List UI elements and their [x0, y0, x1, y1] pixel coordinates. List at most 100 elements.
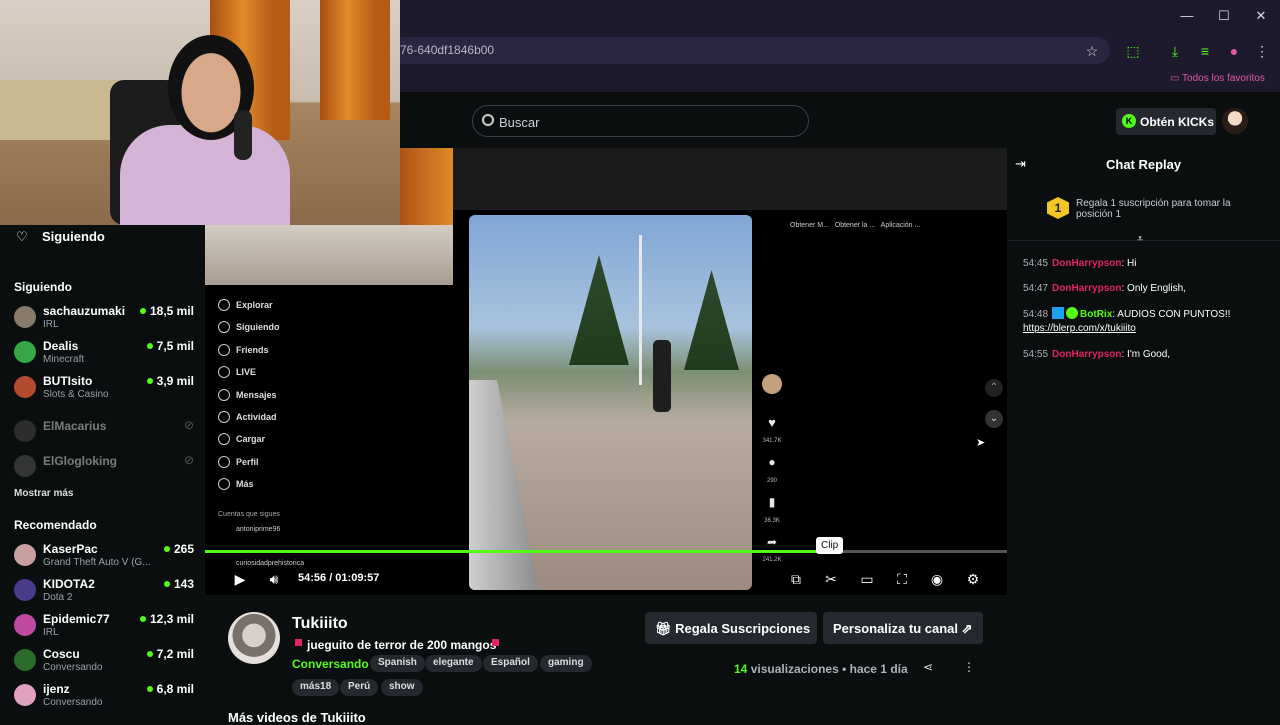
bookmark-label: Todos los favoritos	[1182, 73, 1265, 84]
sidebar-item-epidemic77[interactable]: Epidemic77 IRL 12,3 mil	[14, 612, 194, 642]
address-bar[interactable]	[392, 37, 1110, 64]
compass-icon	[218, 299, 230, 311]
offline-icon: ⊘	[183, 418, 194, 432]
bookmark-all-favorites[interactable]: ▭ Todos los favoritos	[1170, 73, 1265, 84]
channel-name: Epidemic77	[43, 612, 110, 626]
minimize-icon[interactable]: —	[1178, 7, 1196, 25]
theater-icon[interactable]: ▭	[859, 571, 875, 587]
tiktok-nav-label: Siguiendo	[236, 322, 280, 332]
viewer-count: 6,8 mil	[146, 682, 194, 696]
clip-icon[interactable]: ✂	[823, 571, 839, 587]
show-more-link[interactable]: Mostrar más	[14, 488, 73, 499]
tag[interactable]: show	[381, 679, 423, 696]
sidebar-item-butisito[interactable]: BUTIsito Slots & Casino 3,9 mil	[14, 374, 194, 404]
channel-category: Slots & Casino	[43, 389, 109, 400]
more-options-icon[interactable]: ⋮	[963, 660, 975, 674]
collapse-chat-icon[interactable]: ⇥	[1015, 156, 1026, 172]
speed-icon[interactable]: ◉	[929, 571, 945, 587]
tiktok-nav-label: Friends	[236, 345, 269, 355]
bot-badge-icon	[1052, 307, 1065, 319]
live-dot-icon	[146, 378, 153, 384]
sidebar-item-elmacarius[interactable]: ElMacarius ⊘	[14, 418, 194, 448]
volume-icon[interactable]: 🔊︎	[266, 571, 282, 587]
channel-category: Grand Theft Auto V (G...	[43, 557, 151, 568]
star-icon[interactable]: ☆	[1082, 41, 1102, 61]
recommended-section-title: Recomendado	[14, 518, 97, 532]
profile-icon[interactable]: ●	[1224, 41, 1244, 61]
sidebar-item-dealis[interactable]: Dealis Minecraft 7,5 mil	[14, 339, 194, 369]
curb	[469, 380, 539, 590]
chat-text: : I'm Good,	[1121, 349, 1171, 360]
following-section-title: Siguiendo	[14, 280, 72, 294]
stream-category[interactable]: Conversando	[292, 657, 369, 671]
expand-icon[interactable]: ⩡	[1137, 233, 1143, 246]
chat-username[interactable]: DonHarrypson	[1052, 283, 1121, 294]
gift-subs-button[interactable]: 🎁︎ Regala Suscripciones	[645, 612, 817, 644]
tiktok-nav-live: LIVE	[218, 366, 256, 378]
verified-badge-icon	[1066, 307, 1079, 319]
channel-avatar[interactable]	[228, 612, 280, 664]
tiktok-nav-upload: Cargar	[218, 433, 266, 445]
views-label: visualizaciones	[750, 662, 839, 676]
get-kicks-label: Obtén KICKs	[1140, 115, 1215, 129]
chat-username[interactable]: DonHarrypson	[1052, 258, 1121, 269]
chat-link[interactable]: https://blerp.com/x/tukiiito	[1023, 323, 1136, 334]
gear-icon[interactable]: ⚙	[965, 571, 981, 587]
viewer-count: 3,9 mil	[146, 374, 194, 388]
tag[interactable]: Spanish	[370, 655, 425, 672]
tiktok-creator-avatar	[762, 374, 782, 394]
tree	[684, 270, 739, 370]
tiktok-nav-following: Siguiendo	[218, 321, 280, 333]
share-icon[interactable]: ⋖	[923, 660, 933, 674]
tag[interactable]: más18	[292, 679, 340, 696]
tiktok-nav-activity: Actividad	[218, 411, 277, 423]
chat-message: 54:48 BotRix: AUDIOS CON PUNTOS!! https:/…	[1023, 307, 1263, 336]
fullscreen-icon[interactable]: ⛶	[894, 571, 910, 587]
customize-channel-button[interactable]: Personaliza tu canal ⇗	[823, 612, 983, 644]
play-icon[interactable]: ▶	[232, 571, 248, 587]
progress-fill	[205, 550, 835, 553]
maximize-icon[interactable]: ☐	[1215, 7, 1233, 25]
channel-name: ElMacarius	[43, 419, 107, 433]
sidebar-item-ijenz[interactable]: ijenz Conversando 6,8 mil	[14, 682, 194, 712]
pip-icon[interactable]: ⧉	[788, 571, 804, 587]
tiktok-topbar-item: Obtener la ...	[834, 222, 876, 229]
tiktok-nav-label: Explorar	[236, 300, 273, 310]
tag[interactable]: gaming	[540, 655, 592, 672]
menu-dots-icon[interactable]: ⋮	[1252, 41, 1272, 61]
chat-username[interactable]: BotRix	[1080, 309, 1112, 320]
viewer-count-value: 265	[173, 542, 194, 556]
close-icon[interactable]: ✕	[1252, 7, 1270, 25]
chat-message: 54:47 DonHarrypson: Only English,	[1023, 282, 1263, 296]
avatar	[14, 455, 36, 477]
save-count: 36.3K	[764, 518, 780, 524]
live-dot-icon	[139, 616, 146, 622]
chat-text: : Hi	[1121, 258, 1137, 269]
chat-title: Chat Replay	[1106, 157, 1182, 172]
sidebar-item-kaserpac[interactable]: KaserPac Grand Theft Auto V (G... 265	[14, 542, 194, 572]
tag[interactable]: Español	[483, 655, 538, 672]
chat-username[interactable]: DonHarrypson	[1052, 349, 1121, 360]
flag-icon	[492, 639, 499, 646]
download-icon[interactable]: ⤓	[1165, 41, 1185, 61]
tiktok-nav-label: Cargar	[236, 434, 266, 444]
tag[interactable]: Perú	[340, 679, 379, 696]
viewer-count-value: 7,5 mil	[156, 339, 194, 353]
like-count: 341.7K	[762, 438, 782, 444]
sidebar-item-kidota2[interactable]: KIDOTA2 Dota 2 143	[14, 577, 194, 607]
channel-category: Conversando	[43, 662, 103, 673]
sidebar-following-header[interactable]: Siguiendo	[42, 229, 105, 244]
tag[interactable]: elegante	[425, 655, 482, 672]
sidebar-item-coscu[interactable]: Coscu Conversando 7,2 mil	[14, 647, 194, 677]
playlist-icon[interactable]: ≡	[1195, 41, 1215, 61]
sidebar-item-elglogloking[interactable]: ElGlogloking ⊘	[14, 453, 194, 483]
avatar[interactable]	[1222, 108, 1248, 134]
extension-icon[interactable]: ⬚	[1123, 41, 1143, 61]
sidebar-item-sachauzumaki[interactable]: sachauzumaki IRL 18,5 mil	[14, 304, 194, 334]
comment-icon: ●	[768, 455, 776, 469]
tree	[569, 255, 629, 365]
kick-coin-icon: K	[1122, 114, 1136, 128]
channel-name[interactable]: Tukiiito	[292, 615, 348, 633]
chat-time: 54:47	[1023, 283, 1049, 294]
channel-category: IRL	[43, 627, 59, 638]
